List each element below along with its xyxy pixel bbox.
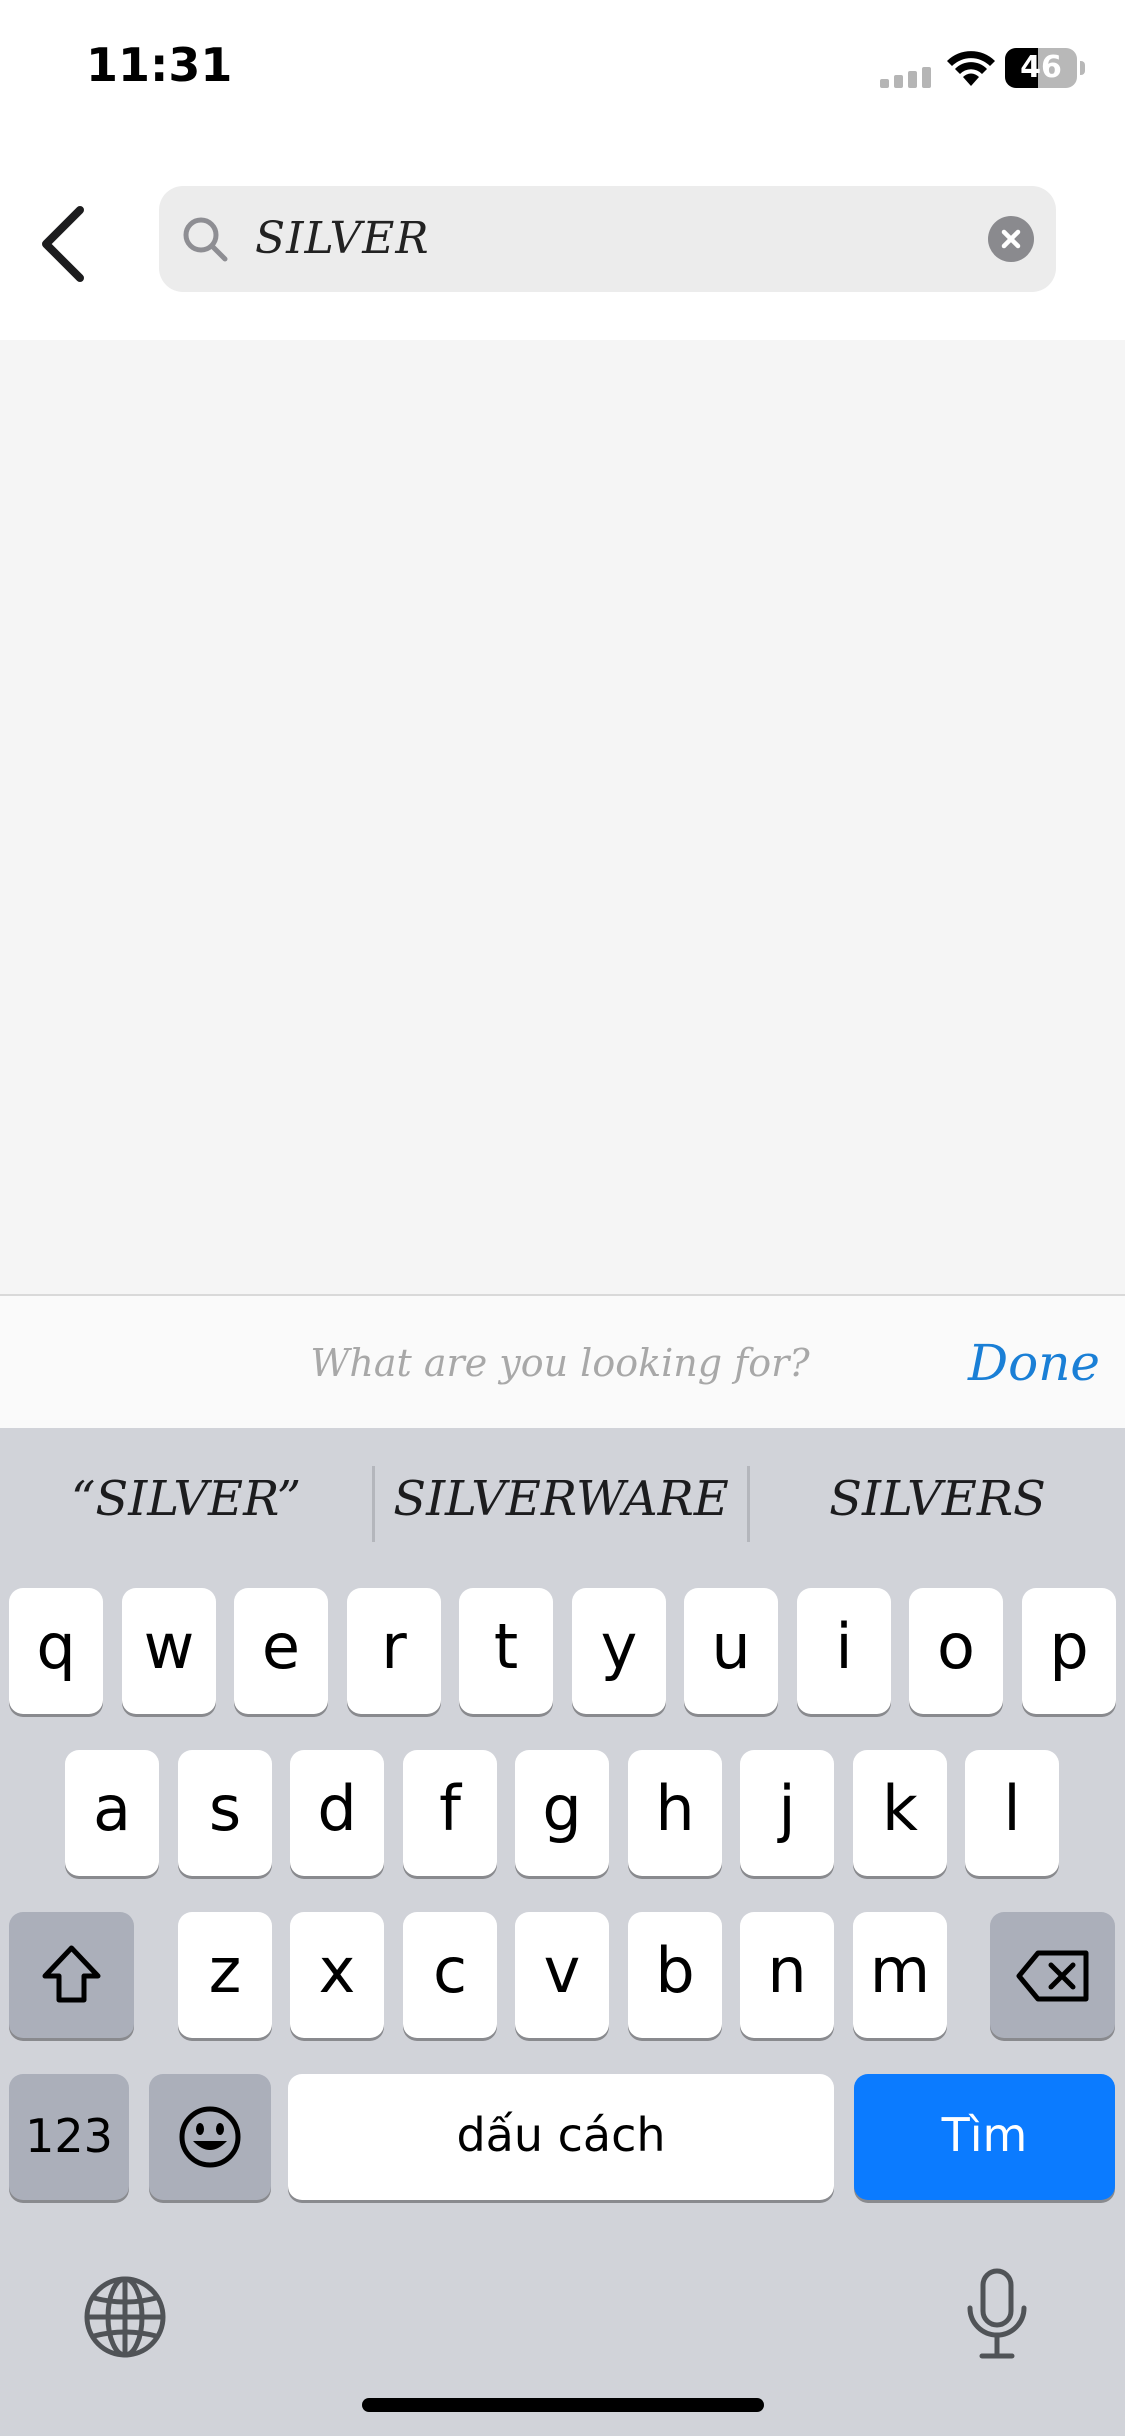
status-bar: 11:31 46 <box>0 0 1125 140</box>
status-time: 11:31 <box>86 38 233 92</box>
key-d[interactable]: d <box>290 1750 384 1876</box>
key-s[interactable]: s <box>178 1750 272 1876</box>
key-t[interactable]: t <box>459 1588 553 1714</box>
key-u[interactable]: u <box>684 1588 778 1714</box>
search-results-area <box>0 340 1125 1294</box>
key-h[interactable]: h <box>628 1750 722 1876</box>
key-o[interactable]: o <box>909 1588 1003 1714</box>
key-k[interactable]: k <box>853 1750 947 1876</box>
key-x[interactable]: x <box>290 1912 384 2038</box>
key-g[interactable]: g <box>515 1750 609 1876</box>
emoji-key[interactable] <box>149 2074 271 2200</box>
key-j[interactable]: j <box>740 1750 834 1876</box>
key-r[interactable]: r <box>347 1588 441 1714</box>
shift-icon <box>42 1945 101 2003</box>
dictation-button[interactable] <box>962 2268 1032 2362</box>
globe-button[interactable] <box>82 2274 168 2360</box>
numbers-key[interactable]: 123 <box>9 2074 129 2200</box>
clear-search-button[interactable] <box>988 216 1034 262</box>
battery-level: 46 <box>1020 50 1062 85</box>
key-y[interactable]: y <box>572 1588 666 1714</box>
wifi-icon <box>947 51 995 86</box>
chevron-left-icon <box>42 206 84 282</box>
key-f[interactable]: f <box>403 1750 497 1876</box>
emoji-icon <box>179 2106 241 2168</box>
key-l[interactable]: l <box>965 1750 1059 1876</box>
keyboard: “SILVER” SILVERWARE SILVERS q w e r t y … <box>0 1428 1125 2436</box>
shift-key[interactable] <box>9 1912 134 2038</box>
space-key[interactable]: dấu cách <box>288 2074 834 2200</box>
keyboard-accessory-bar: What are you looking for? Done <box>0 1294 1125 1428</box>
accessory-placeholder: What are you looking for? <box>310 1341 810 1385</box>
suggestion-bar: “SILVER” SILVERWARE SILVERS <box>0 1428 1125 1570</box>
suggestion-item[interactable]: SILVERWARE <box>375 1428 747 1570</box>
search-header <box>0 140 1125 340</box>
battery-icon: 46 <box>1005 48 1085 88</box>
key-z[interactable]: z <box>178 1912 272 2038</box>
microphone-icon <box>967 2268 1027 2359</box>
key-c[interactable]: c <box>403 1912 497 2038</box>
search-bar[interactable] <box>159 186 1056 292</box>
done-button[interactable]: Done <box>940 1296 1100 1430</box>
key-w[interactable]: w <box>122 1588 216 1714</box>
key-n[interactable]: n <box>740 1912 834 2038</box>
key-e[interactable]: e <box>234 1588 328 1714</box>
key-a[interactable]: a <box>65 1750 159 1876</box>
suggestion-item[interactable]: “SILVER” <box>0 1428 372 1570</box>
search-icon <box>183 217 228 262</box>
globe-icon <box>84 2276 166 2358</box>
search-key[interactable]: Tìm <box>854 2074 1115 2200</box>
key-p[interactable]: p <box>1022 1588 1116 1714</box>
suggestion-item[interactable]: SILVERS <box>750 1428 1125 1570</box>
cellular-signal-icon <box>880 67 931 88</box>
key-b[interactable]: b <box>628 1912 722 2038</box>
home-indicator <box>362 2398 764 2412</box>
back-button[interactable] <box>30 200 100 300</box>
close-icon <box>1001 229 1021 249</box>
search-input[interactable] <box>255 186 955 292</box>
key-v[interactable]: v <box>515 1912 609 2038</box>
backspace-key[interactable] <box>990 1912 1115 2038</box>
backspace-icon <box>1016 1950 1089 2002</box>
key-m[interactable]: m <box>853 1912 947 2038</box>
key-i[interactable]: i <box>797 1588 891 1714</box>
key-q[interactable]: q <box>9 1588 103 1714</box>
